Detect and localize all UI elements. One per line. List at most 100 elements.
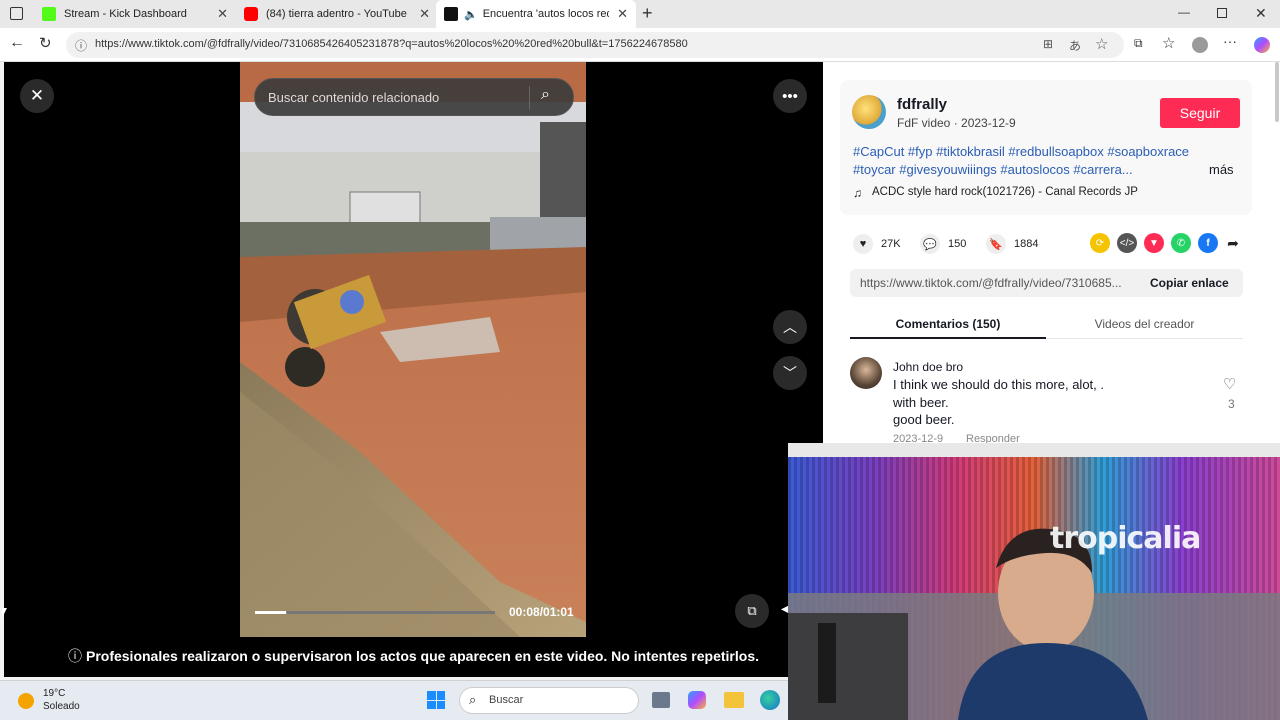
speaker-icon[interactable]: 🔈	[464, 8, 478, 21]
floating-player-button[interactable]: ⧉	[735, 594, 769, 628]
task-view-icon[interactable]	[652, 692, 670, 708]
panel-tabs: Comentarios (150) Videos del creador	[850, 307, 1243, 339]
progress-fill	[255, 611, 287, 614]
file-explorer-icon[interactable]	[724, 692, 744, 708]
copilot-icon[interactable]	[1254, 37, 1270, 53]
related-search[interactable]: Buscar contenido relacionado ⌕	[254, 78, 574, 116]
comment-icon: 💬	[920, 234, 940, 254]
follow-button[interactable]: Seguir	[1160, 98, 1240, 128]
tab-kick[interactable]: Stream - Kick Dashboard ✕	[34, 0, 236, 28]
save-count: 1884	[1014, 238, 1039, 250]
weather-icon[interactable]	[18, 693, 34, 709]
safety-warning: ⓘ Profesionales realizaron o supervisaron…	[4, 646, 823, 666]
favorites-icon[interactable]: ☆	[1162, 34, 1175, 52]
like-count: 27K	[881, 238, 901, 250]
profile-avatar[interactable]	[1192, 37, 1208, 53]
video-stage: 00:08/01:01 Buscar contenido relacionado…	[4, 62, 823, 677]
more-link[interactable]: más	[1209, 162, 1234, 177]
new-tab-button[interactable]: +	[642, 3, 653, 24]
embed-icon[interactable]: </>	[1117, 233, 1137, 253]
edge-browser-icon[interactable]	[760, 690, 780, 710]
extensions-icon[interactable]: ⧉	[1134, 36, 1143, 51]
progress-track[interactable]	[255, 611, 495, 614]
share-arrow-icon[interactable]: ➦	[1223, 233, 1243, 253]
music-note-icon: ♫	[853, 186, 862, 200]
repost-icon[interactable]: ⟳	[1090, 233, 1110, 253]
tropicalia-sign: tropicalia	[1050, 521, 1201, 556]
related-search-input[interactable]: Buscar contenido relacionado	[268, 90, 439, 105]
address-bar[interactable]: ⓘ https://www.tiktok.com/@fdfrally/video…	[66, 32, 1124, 58]
taskbar-search[interactable]: ⌕ Buscar	[459, 687, 639, 714]
copy-link-button[interactable]: Copiar enlace	[1150, 276, 1229, 290]
url-text: https://www.tiktok.com/@fdfrally/video/7…	[95, 38, 688, 50]
next-video-button[interactable]: ﹀	[773, 356, 807, 390]
divider	[529, 86, 530, 110]
copilot-taskbar-icon[interactable]	[688, 691, 706, 709]
comment-like-icon[interactable]: ♡	[1223, 375, 1236, 393]
app-available-icon[interactable]: ⊞	[1043, 37, 1053, 51]
back-icon[interactable]: ←	[9, 34, 25, 52]
minimize-button[interactable]: —	[1178, 5, 1190, 19]
video-frame	[240, 62, 586, 637]
reload-icon[interactable]: ↻	[39, 34, 52, 52]
facebook-icon[interactable]: f	[1198, 233, 1218, 253]
site-info-icon[interactable]: ⓘ	[75, 37, 87, 54]
tab-actions-icon[interactable]	[10, 7, 23, 20]
close-icon[interactable]: ✕	[617, 6, 628, 22]
weather-temp: 19°C	[43, 688, 66, 699]
comment-count: 150	[948, 238, 967, 250]
tab-creator-videos[interactable]: Videos del creador	[1046, 307, 1243, 339]
tiktok-icon	[444, 7, 458, 21]
close-video-button[interactable]: ✕	[20, 79, 54, 113]
kick-icon	[42, 7, 56, 21]
comment-username[interactable]: John doe bro	[893, 360, 963, 374]
caption-hashtags[interactable]: #toycar #givesyouwiiings #autoslocos #ca…	[853, 162, 1133, 177]
tab-creator-videos-label: Videos del creador	[1094, 317, 1195, 331]
follow-button-label: Seguir	[1179, 105, 1221, 121]
info-icon: ⓘ	[67, 648, 82, 664]
start-button[interactable]	[427, 691, 445, 709]
video-player[interactable]: 00:08/01:01	[240, 62, 586, 637]
comment-avatar[interactable]	[850, 357, 882, 389]
mouse-cursor-icon	[2, 608, 7, 618]
tab-label: Encuentra 'autos locos red b	[482, 8, 609, 20]
browser-toolbar: ← ↻ ⓘ https://www.tiktok.com/@fdfrally/v…	[0, 28, 1280, 62]
details-panel: fdfrally FdF video · 2023-12-9 Seguir #C…	[823, 62, 1280, 443]
avatar[interactable]	[852, 95, 886, 129]
tab-comments-label: Comentarios (150)	[895, 317, 1001, 331]
whatsapp-icon[interactable]: ✆	[1171, 233, 1191, 253]
close-icon[interactable]: ✕	[419, 6, 430, 22]
music-track[interactable]: ACDC style hard rock(1021726) - Canal Re…	[872, 186, 1138, 198]
reply-link[interactable]: Responder	[966, 433, 1020, 443]
favorite-star-icon[interactable]: ☆	[1095, 35, 1108, 53]
creator-name[interactable]: fdfrally	[897, 96, 947, 113]
tab-tiktok[interactable]: 🔈 Encuentra 'autos locos red b ✕	[436, 0, 636, 28]
search-icon[interactable]: ⌕	[541, 86, 550, 104]
scrollbar[interactable]	[1275, 62, 1279, 122]
send-icon[interactable]: ▼	[1144, 233, 1164, 253]
tab-comments[interactable]: Comentarios (150)	[850, 307, 1046, 339]
video-link-text: https://www.tiktok.com/@fdfrally/video/7…	[860, 276, 1122, 290]
save-button[interactable]: 🔖 1884	[986, 234, 1038, 254]
video-link-box: https://www.tiktok.com/@fdfrally/video/7…	[850, 269, 1243, 297]
close-icon[interactable]: ✕	[217, 6, 228, 22]
comment-like-count: 3	[1228, 397, 1235, 411]
heart-icon: ♥	[853, 234, 873, 254]
comment-text: I think we should do this more, alot, .	[893, 377, 1104, 392]
more-options-button[interactable]: •••	[773, 79, 807, 113]
webcam-frame	[788, 443, 1280, 720]
translate-icon[interactable]: あ	[1069, 37, 1081, 54]
video-info-card: fdfrally FdF video · 2023-12-9 Seguir #C…	[840, 80, 1252, 215]
comment-item: John doe bro I think we should do this m…	[850, 357, 1243, 443]
tab-label: (84) tierra adentro - YouTube	[266, 8, 407, 20]
restore-button[interactable]	[1217, 8, 1227, 18]
webcam-overlay: tropicalia	[788, 443, 1280, 720]
close-window-button[interactable]: ✕	[1255, 5, 1267, 22]
like-button[interactable]: ♥ 27K	[853, 234, 901, 254]
comment-button[interactable]: 💬 150	[920, 234, 966, 254]
comment-text: with beer.	[893, 395, 949, 410]
tab-youtube[interactable]: (84) tierra adentro - YouTube ✕	[236, 0, 438, 28]
previous-video-button[interactable]: ︿	[773, 310, 807, 344]
caption-hashtags[interactable]: #CapCut #fyp #tiktokbrasil #redbullsoapb…	[853, 144, 1189, 159]
menu-dots-icon[interactable]: ···	[1223, 33, 1237, 49]
